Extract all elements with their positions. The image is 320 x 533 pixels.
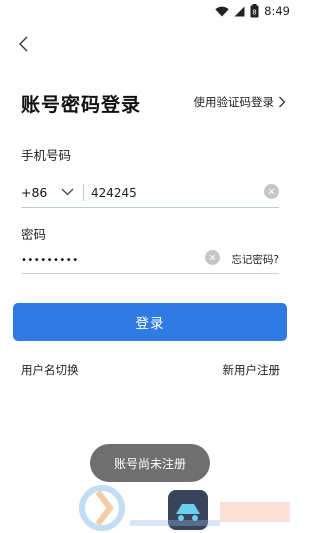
password-field-row: 忘记密码? [21, 246, 279, 274]
page-title: 账号密码登录 [21, 94, 142, 116]
chevron-left-icon [19, 36, 28, 52]
toast-message: 账号尚未注册 [90, 444, 210, 482]
clear-phone-icon[interactable] [264, 184, 279, 199]
signal-icon [234, 6, 245, 16]
battery-level: 8 [252, 9, 256, 17]
battery-icon: 8 [250, 4, 259, 18]
sms-login-label: 使用验证码登录 [193, 95, 275, 109]
phone-input[interactable] [91, 182, 241, 204]
chevron-down-icon[interactable] [61, 187, 74, 197]
back-button[interactable] [14, 34, 34, 54]
login-button[interactable]: 登录 [13, 303, 287, 341]
country-code[interactable]: +86 [21, 185, 47, 200]
status-icons: 8 8:49 [215, 2, 290, 20]
password-input[interactable] [21, 249, 181, 271]
watermark-logo [79, 485, 290, 531]
wifi-icon [215, 6, 229, 16]
register-link[interactable]: 新用户注册 [223, 362, 281, 378]
chevron-right-icon [279, 96, 286, 108]
phone-label: 手机号码 [21, 148, 72, 163]
phone-field-row: +86 [21, 178, 279, 208]
clear-password-icon[interactable] [205, 250, 220, 265]
sms-login-link[interactable]: 使用验证码登录 [194, 94, 287, 110]
switch-user-link[interactable]: 用户名切换 [21, 362, 79, 378]
forgot-password-link[interactable]: 忘记密码? [231, 252, 279, 267]
status-bar: 8 8:49 [0, 0, 300, 22]
field-divider [83, 184, 84, 201]
password-label: 密码 [21, 227, 47, 242]
status-time: 8:49 [264, 4, 290, 18]
